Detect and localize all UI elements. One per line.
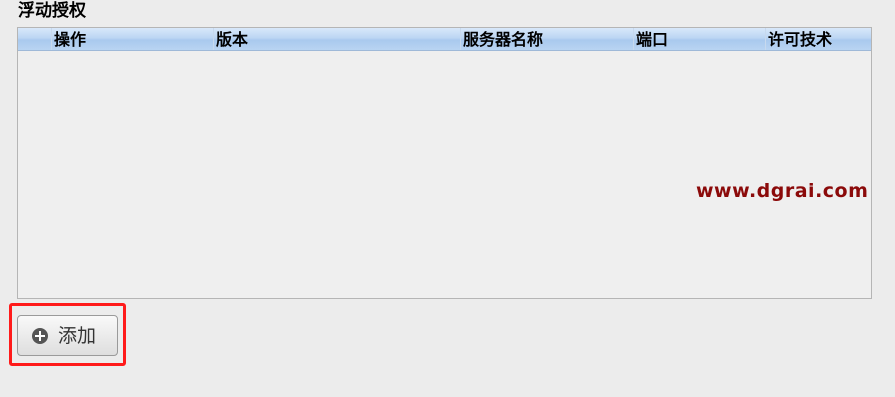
column-header-select[interactable] bbox=[18, 28, 51, 50]
column-header-version[interactable]: 版本 bbox=[213, 28, 460, 50]
column-header-server-name[interactable]: 服务器名称 bbox=[460, 28, 633, 50]
plus-circle-icon bbox=[32, 328, 48, 344]
add-button-label: 添加 bbox=[58, 325, 97, 347]
add-button[interactable]: 添加 bbox=[17, 315, 118, 356]
column-header-action[interactable]: 操作 bbox=[51, 28, 213, 50]
column-header-port[interactable]: 端口 bbox=[633, 28, 765, 50]
watermark-text: www.dgrai.com bbox=[696, 180, 869, 202]
table-header: 操作 版本 服务器名称 端口 许可技术 bbox=[18, 28, 871, 51]
license-table: 操作 版本 服务器名称 端口 许可技术 bbox=[17, 27, 872, 299]
column-header-license-tech[interactable]: 许可技术 bbox=[765, 28, 871, 50]
floating-license-title: 浮动授权 bbox=[18, 1, 86, 21]
